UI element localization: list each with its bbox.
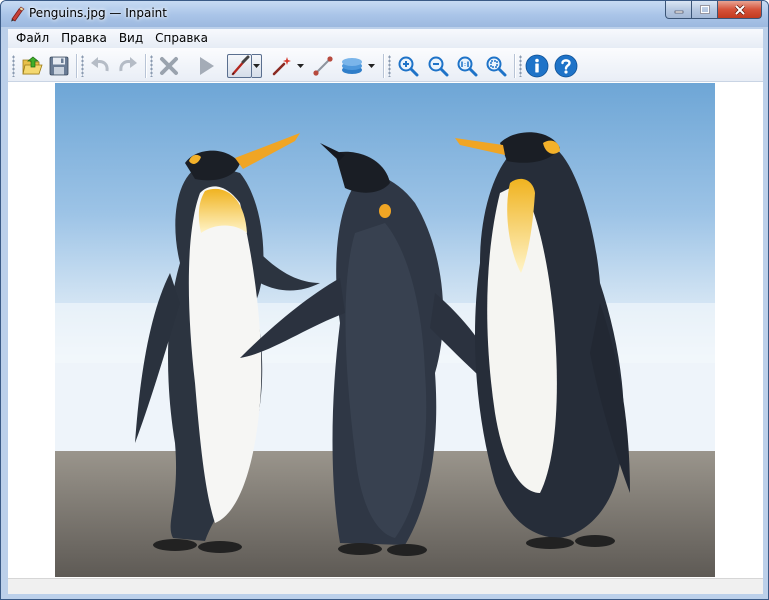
menu-help[interactable]: Справка xyxy=(149,29,214,48)
info-button[interactable] xyxy=(525,54,549,78)
magic-wand-dropdown-arrow[interactable] xyxy=(295,54,305,78)
menu-bar: Файл Правка Вид Справка xyxy=(8,29,763,48)
maximize-button[interactable] xyxy=(692,1,718,19)
maximize-icon xyxy=(699,5,710,14)
inpaint-app-icon xyxy=(11,6,25,22)
redo-button[interactable] xyxy=(116,54,140,78)
help-icon xyxy=(554,54,578,78)
marker-dropdown-arrow[interactable] xyxy=(252,54,262,78)
toolbar-grip[interactable] xyxy=(81,55,84,77)
save-disk-icon xyxy=(49,56,69,76)
zoom-fit-button[interactable] xyxy=(484,54,508,78)
menu-file[interactable]: Файл xyxy=(10,29,55,48)
image-canvas[interactable] xyxy=(8,83,763,577)
minimize-icon xyxy=(674,10,683,13)
magic-wand-button[interactable] xyxy=(270,54,294,78)
zoom-1to1-icon xyxy=(457,56,478,77)
zoom-in-icon xyxy=(398,56,419,77)
status-bar xyxy=(8,578,763,594)
x-cross-icon xyxy=(160,57,178,75)
undo-button[interactable] xyxy=(88,54,112,78)
chevron-down-icon xyxy=(296,63,304,68)
minimize-button[interactable] xyxy=(665,1,692,19)
zoom-actual-button[interactable] xyxy=(455,54,479,78)
zoom-out-icon xyxy=(428,56,449,77)
toolbar-separator xyxy=(145,54,146,78)
redo-arrow-icon xyxy=(119,57,137,72)
close-icon xyxy=(734,4,745,15)
info-icon xyxy=(525,54,549,78)
layers-dropdown-arrow[interactable] xyxy=(366,54,376,78)
caption-buttons xyxy=(665,1,762,20)
zoom-fit-icon xyxy=(486,56,507,77)
layers-button[interactable] xyxy=(339,54,365,78)
magic-wand-icon xyxy=(272,57,291,76)
open-folder-icon xyxy=(22,56,43,75)
menu-edit[interactable]: Правка xyxy=(55,29,113,48)
zoom-in-button[interactable] xyxy=(396,54,420,78)
window-title: Penguins.jpg — Inpaint xyxy=(29,6,167,20)
chevron-down-icon xyxy=(253,63,260,68)
menu-view[interactable]: Вид xyxy=(113,29,149,48)
toolbar-grip[interactable] xyxy=(388,55,391,77)
zoom-out-button[interactable] xyxy=(426,54,450,78)
undo-arrow-icon xyxy=(91,57,109,72)
toolbar-grip[interactable] xyxy=(12,55,15,77)
layers-stack-icon xyxy=(342,58,362,74)
toolbar-separator xyxy=(383,54,384,78)
client-area: Файл Правка Вид Справка xyxy=(8,29,763,594)
app-window: Penguins.jpg — Inpaint Файл Правка Вид С… xyxy=(0,0,769,600)
close-button[interactable] xyxy=(718,1,762,19)
toolbar-separator xyxy=(514,54,515,78)
marker-pen-icon xyxy=(231,55,249,76)
line-segment-icon xyxy=(313,56,333,76)
title-bar[interactable]: Penguins.jpg — Inpaint xyxy=(1,1,768,27)
toolbar xyxy=(8,48,763,82)
toolbar-separator xyxy=(76,54,77,78)
penguins-photo[interactable] xyxy=(55,83,715,577)
marker-tool-button[interactable] xyxy=(227,54,252,78)
open-button[interactable] xyxy=(20,54,44,78)
toolbar-grip[interactable] xyxy=(150,55,153,77)
toolbar-grip[interactable] xyxy=(519,55,522,77)
line-tool-button[interactable] xyxy=(311,54,335,78)
play-icon xyxy=(200,57,214,75)
chevron-down-icon xyxy=(367,63,375,68)
erase-selection-button[interactable] xyxy=(157,54,181,78)
help-button[interactable] xyxy=(554,54,578,78)
run-inpaint-button[interactable] xyxy=(194,54,218,78)
save-button[interactable] xyxy=(47,54,71,78)
